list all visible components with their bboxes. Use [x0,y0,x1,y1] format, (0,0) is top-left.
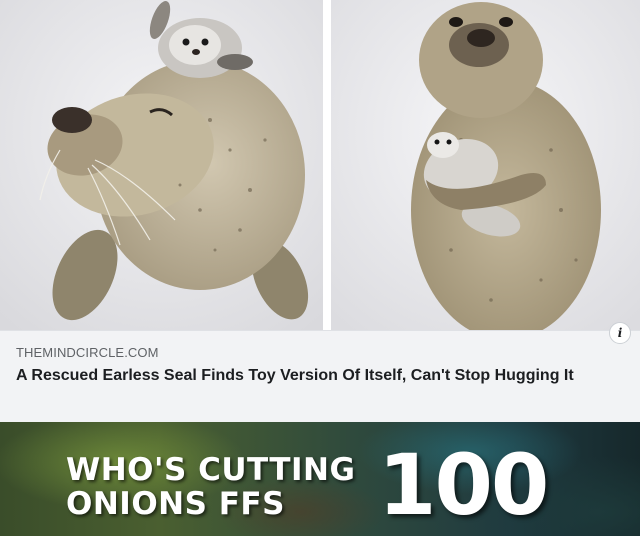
meme-banner: WHO'S CUTTING ONIONS FFS 100 [0,422,640,536]
source-domain: THEMINDCIRCLE.COM [16,345,159,360]
meme-text-line-2: ONIONS FFS [66,486,285,522]
seal-hugging-toy-image [331,0,640,330]
seal-photo-left[interactable] [0,0,323,330]
link-preview-caption[interactable]: i THEMINDCIRCLE.COM A Rescued Earless Se… [0,322,640,423]
photo-divider [323,0,331,330]
seal-with-toy-on-back-image [0,0,323,330]
photo-row [0,0,640,330]
seal-photo-right[interactable] [331,0,640,330]
hundred-emoji-text: 100 [378,436,549,534]
info-icon[interactable]: i [609,322,631,344]
meme-text-line-1: WHO'S CUTTING [66,452,356,488]
article-headline[interactable]: A Rescued Earless Seal Finds Toy Version… [16,365,616,386]
